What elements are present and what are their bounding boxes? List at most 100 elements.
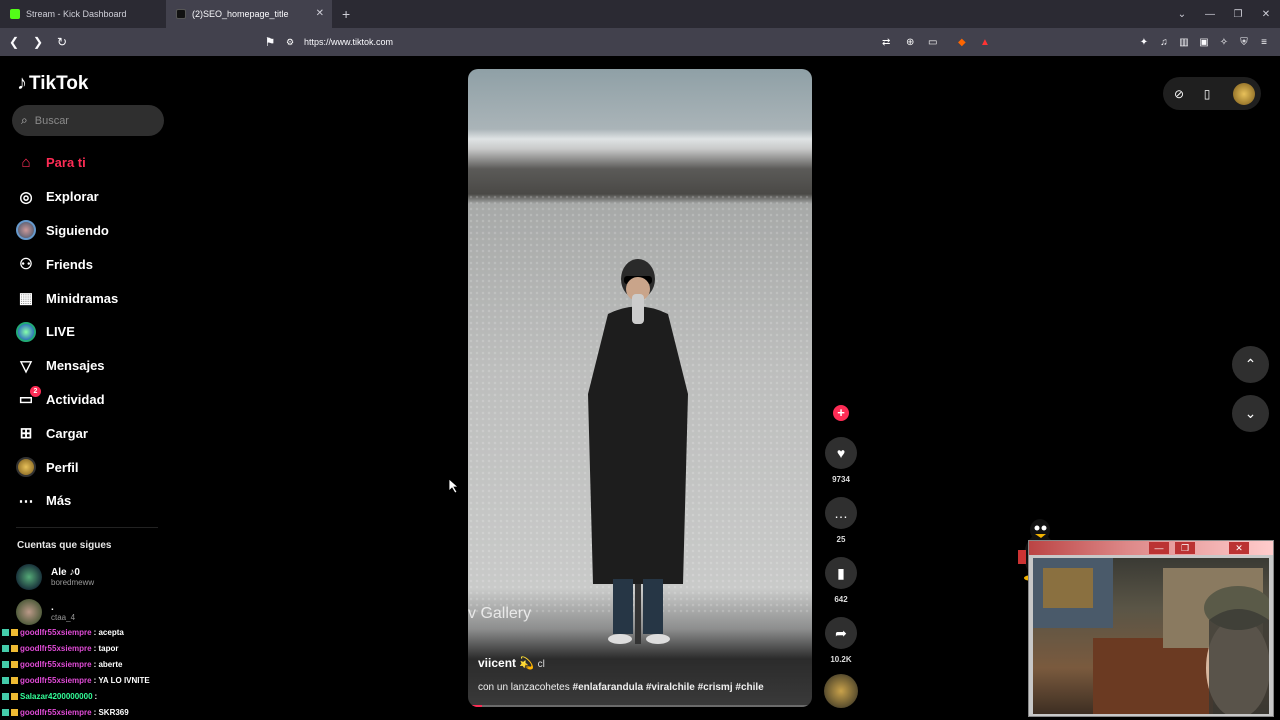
search-input[interactable] (34, 114, 145, 127)
menu-icon[interactable]: ≡ (1254, 37, 1274, 48)
sidebar-icon[interactable]: ▥ (1174, 37, 1194, 48)
like-count: 9734 (832, 475, 850, 484)
translate-icon[interactable]: ⇄ (882, 37, 890, 48)
bookmark-icon[interactable]: ⚑ (260, 35, 280, 49)
sidebar-item-friends[interactable]: ⚇ Friends (16, 247, 166, 281)
sidebar-item-live[interactable]: LIVE (16, 315, 166, 349)
share-icon[interactable]: ➦ (825, 617, 857, 649)
maximize-button[interactable]: ❐ (1224, 9, 1252, 20)
sidebar-item-actividad[interactable]: ▭ 2 Actividad (16, 383, 166, 417)
close-window-button[interactable]: ✕ (1252, 9, 1280, 20)
webcam-title-bar[interactable]: — ❐ ✕ (1029, 541, 1273, 555)
share-action[interactable]: ➦ 10.2K (823, 617, 859, 664)
tab-kick-dashboard[interactable]: Stream - Kick Dashboard (0, 0, 166, 28)
chat-text: : SKR369 (93, 707, 129, 717)
search-icon: ⌕ (21, 113, 28, 127)
video-watermark: v Gallery (468, 605, 532, 622)
coin-icon[interactable]: ⊘ (1167, 87, 1191, 101)
brave-rewards-icon[interactable]: ▲ (980, 37, 990, 48)
sidebar-item-label: Actividad (46, 391, 105, 407)
brave-shield-icon[interactable]: ◆ (958, 37, 966, 48)
video-author[interactable]: viicent 💫 cl (478, 656, 545, 670)
zoom-icon[interactable]: ⊕ (906, 37, 914, 48)
chat-text: : YA LO IVNITE (93, 675, 150, 685)
browser-nav-bar: ❮ ❯ ↻ ⚑ ⚙ https://www.tiktok.com ⇄ ⊕ ▭ ◆… (0, 28, 1280, 56)
avatar (16, 599, 42, 625)
reload-button[interactable]: ↻ (52, 35, 72, 49)
webcam-person-image (1033, 558, 1272, 718)
comment-icon[interactable]: … (825, 497, 857, 529)
stream-chat-overlay: goodlfr55xsiempre : acepta goodlfr55xsiem… (2, 624, 172, 720)
sidebar-item-label: Cargar (46, 425, 88, 441)
tab-tiktok[interactable]: (2)SEO_homepage_title ✕ (166, 0, 332, 28)
minimize-button[interactable]: — (1149, 542, 1169, 554)
chat-message: goodlfr55xsiempre: tapor (2, 640, 172, 656)
send-icon: ▽ (20, 357, 32, 375)
sidebar-item-minidramas[interactable]: ▦ Minidramas (16, 281, 166, 315)
tab-title: (2)SEO_homepage_title (192, 9, 289, 19)
chat-username: goodlfr55xsiempre (20, 707, 92, 717)
tab-list-chevron-icon[interactable]: ⌄ (1168, 9, 1196, 20)
sidebar-item-perfil[interactable]: Perfil (16, 450, 166, 484)
following-accounts-title: Cuentas que sigues (17, 540, 112, 551)
sidebar-item-explorar[interactable]: ◎ Explorar (16, 180, 166, 214)
compass-icon: ◎ (19, 188, 33, 206)
sidebar-item-mas[interactable]: ⋯ Más (16, 484, 166, 518)
following-account-item[interactable]: Ale ♪0 boredmeww (16, 564, 94, 590)
extension-toolbar: ✦ ♫ ▥ ▣ ✧ ⛨ ≡ (1134, 28, 1274, 56)
vpn-icon[interactable]: ⛨ (1234, 37, 1254, 48)
tab-title: Stream - Kick Dashboard (26, 9, 127, 19)
new-tab-button[interactable]: + (342, 6, 350, 22)
chat-username: goodlfr55xsiempre (20, 659, 92, 669)
extensions-icon[interactable]: ✦ (1134, 37, 1154, 48)
cast-icon[interactable]: ▭ (928, 37, 937, 48)
sidebar-item-label: LIVE (46, 324, 75, 340)
back-button[interactable]: ❮ (4, 35, 24, 49)
follow-plus-button[interactable]: + (833, 405, 849, 421)
close-button[interactable]: ✕ (1229, 542, 1249, 554)
author-suffix: cl (537, 659, 545, 670)
sidebar-item-label: Perfil (46, 459, 79, 475)
tiktok-logo[interactable]: ♪ TikTok (17, 72, 88, 95)
share-count: 10.2K (830, 655, 852, 664)
sidebar-item-label: Siguiendo (46, 222, 109, 238)
forward-button[interactable]: ❯ (28, 35, 48, 49)
caption-hashtags[interactable]: #enlafarandula #viralchile #crismj #chil… (573, 682, 764, 693)
sidebar-item-siguiendo[interactable]: Siguiendo (16, 214, 166, 248)
next-video-button[interactable]: ⌄ (1232, 395, 1269, 432)
sidebar-item-cargar[interactable]: ⊞ Cargar (16, 416, 166, 450)
video-progress-bar[interactable] (468, 705, 812, 707)
device-icon[interactable]: ▯ (1195, 87, 1219, 101)
address-bar[interactable]: ⚙ https://www.tiktok.com ⇄ ⊕ ▭ ◆ ▲ (278, 31, 998, 53)
like-action[interactable]: ♥ 9734 (823, 437, 859, 484)
wallet-icon[interactable]: ▣ (1194, 37, 1214, 48)
sidebar-item-label: Más (46, 493, 72, 509)
minimize-button[interactable]: — (1196, 9, 1224, 20)
following-account-item[interactable]: . ctaa_4 (16, 599, 75, 625)
save-action[interactable]: ▮ 642 (823, 557, 859, 604)
webcam-feed (1033, 558, 1272, 718)
bookmark-icon[interactable]: ▮ (825, 557, 857, 589)
webcam-window[interactable]: — ❐ ✕ (1028, 540, 1274, 718)
maximize-button[interactable]: ❐ (1175, 542, 1195, 554)
sidebar-item-para-ti[interactable]: ⌂ Para ti (16, 146, 166, 180)
previous-video-button[interactable]: ⌃ (1232, 346, 1269, 383)
chat-message: goodlfr55xsiempre: YA LO IVNITE (2, 672, 172, 688)
comment-action[interactable]: … 25 (823, 497, 859, 544)
heart-icon[interactable]: ♥ (825, 437, 857, 469)
profile-avatar[interactable] (1233, 82, 1255, 105)
chat-text: : acepta (93, 627, 124, 637)
site-info-icon[interactable]: ⚙ (286, 37, 294, 48)
search-box: ⌕ (12, 105, 164, 136)
sidebar-item-mensajes[interactable]: ▽ Mensajes (16, 349, 166, 383)
live-icon (16, 321, 36, 342)
chat-text: : aberte (93, 659, 123, 669)
music-disc-icon[interactable] (824, 674, 858, 708)
ai-icon[interactable]: ✧ (1214, 37, 1234, 48)
video-player[interactable]: v Gallery viicent 💫 cl con un lanzacohet… (468, 69, 812, 707)
chevron-up-icon: ⌃ (1244, 356, 1257, 372)
account-username: boredmeww (51, 578, 95, 587)
music-icon[interactable]: ♫ (1154, 37, 1174, 48)
save-count: 642 (834, 595, 848, 604)
close-tab-icon[interactable]: ✕ (316, 8, 324, 19)
